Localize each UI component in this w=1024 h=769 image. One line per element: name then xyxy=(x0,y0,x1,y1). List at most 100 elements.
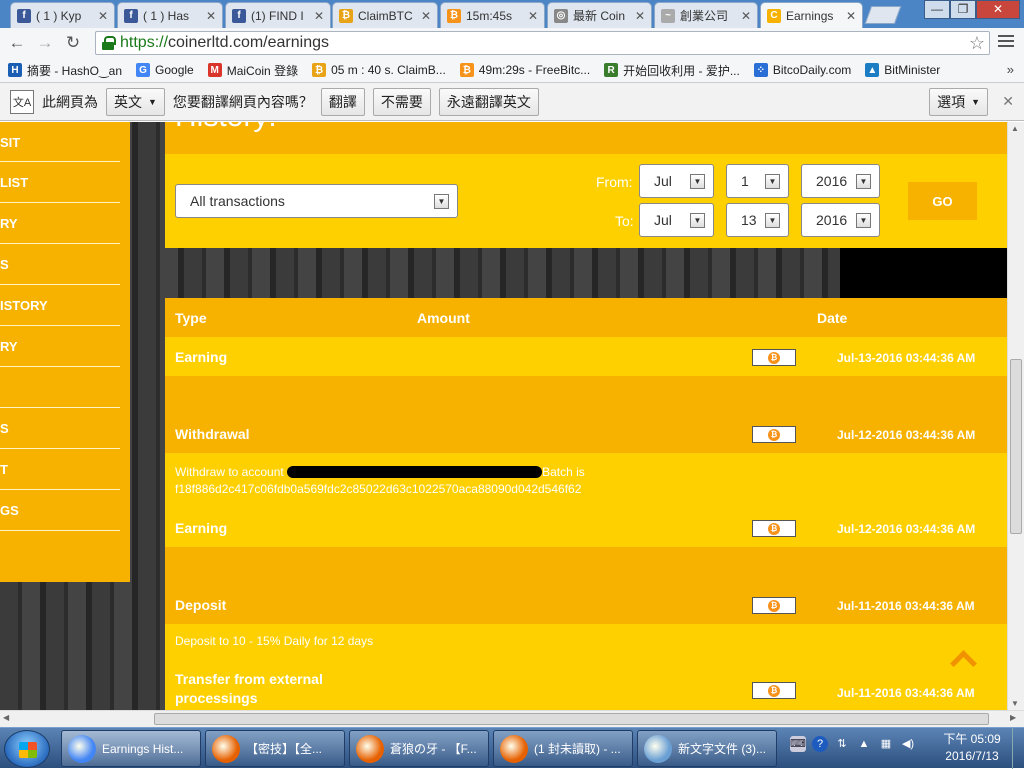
close-tab-icon[interactable]: ✕ xyxy=(98,9,108,23)
bookmark-label: 49m:29s - FreeBitc... xyxy=(478,63,591,77)
row-detail xyxy=(165,376,1007,414)
bookmark-item[interactable]: R 开始回收利用 - 爱护... xyxy=(604,62,740,79)
network-icon[interactable]: ▦ xyxy=(878,736,894,752)
transaction-date: Jul-12-2016 03:44:36 AM xyxy=(837,428,976,442)
network-arrows-icon[interactable]: ⇅ xyxy=(834,736,850,752)
options-label: 選項 xyxy=(937,94,966,110)
bookmark-item[interactable]: ₿ 49m:29s - FreeBitc... xyxy=(459,63,591,77)
back-arrow-icon[interactable]: ← xyxy=(6,32,28,54)
to-day-value: 13 xyxy=(741,212,757,228)
sidebar-item[interactable]: T xyxy=(0,449,120,490)
bookmark-item[interactable]: ⁘ BitcoDaily.com xyxy=(753,63,851,77)
app-icon xyxy=(356,734,384,763)
close-tab-icon[interactable]: ✕ xyxy=(314,9,324,23)
from-month-select[interactable]: Jul ▼ xyxy=(639,164,714,198)
minimize-button[interactable]: — xyxy=(924,0,950,19)
no-translate-button[interactable]: 不需要 xyxy=(372,87,431,116)
bookmark-item[interactable]: G Google xyxy=(136,63,194,77)
from-year-value: 2016 xyxy=(816,173,848,189)
from-month-value: Jul xyxy=(654,173,672,189)
help-icon[interactable]: ? xyxy=(812,736,828,752)
more-bookmarks-icon[interactable]: » xyxy=(1007,62,1014,77)
close-tab-icon[interactable]: ✕ xyxy=(635,9,645,23)
taskbar-window-button[interactable]: 新文字文件 (3)... xyxy=(637,730,777,767)
address-bar[interactable]: https://coinerltd.com/earnings ☆ xyxy=(95,31,990,55)
show-desktop-button[interactable] xyxy=(1012,728,1024,769)
translate-button[interactable]: 翻譯 xyxy=(320,87,365,116)
browser-tab[interactable]: f (1) FIND I ✕ xyxy=(225,2,331,28)
bookmark-item[interactable]: ▲ BitMinister xyxy=(865,63,940,77)
scroll-right-icon[interactable]: ▶ xyxy=(1010,713,1016,722)
browser-tab[interactable]: ₿ ClaimBTC ✕ xyxy=(332,2,438,28)
new-tab-button[interactable] xyxy=(864,6,902,24)
tab-title: ( 1 ) Kyp xyxy=(36,8,82,23)
sidebar-item[interactable]: RY xyxy=(0,326,120,367)
bookmark-label: MaiCoin 登錄 xyxy=(226,63,299,78)
tab-title: Earnings xyxy=(786,8,834,23)
close-infobar-icon[interactable]: ✕ xyxy=(1002,93,1014,110)
sidebar-item[interactable]: ISTORY xyxy=(0,285,120,326)
app-icon xyxy=(212,734,240,763)
maximize-button[interactable]: ❐ xyxy=(950,0,976,19)
from-day-select[interactable]: 1 ▼ xyxy=(726,164,789,198)
close-tab-icon[interactable]: ✕ xyxy=(741,9,751,23)
volume-icon[interactable]: ◀) xyxy=(900,736,916,752)
reload-icon[interactable]: ↻ xyxy=(62,32,84,54)
taskbar-window-button[interactable]: Earnings Hist... xyxy=(61,730,201,767)
to-month-select[interactable]: Jul ▼ xyxy=(639,203,714,237)
sidebar-item[interactable]: SIT xyxy=(0,122,120,162)
browser-tab[interactable]: C Earnings ✕ xyxy=(760,2,863,28)
keyboard-icon[interactable]: ⌨ xyxy=(790,736,806,752)
close-tab-icon[interactable]: ✕ xyxy=(421,9,431,23)
bookmark-item[interactable]: H 摘要 - HashO‿an xyxy=(8,62,122,79)
close-window-button[interactable]: ✕ xyxy=(976,0,1020,19)
sidebar-item[interactable] xyxy=(0,367,120,408)
browser-tab[interactable]: f ( 1 ) Kyp ✕ xyxy=(10,2,115,28)
to-day-select[interactable]: 13 ▼ xyxy=(726,203,789,237)
taskbar-window-button[interactable]: (1 封未讀取) - ... xyxy=(493,730,633,767)
browser-tab[interactable]: ◎ 最新 Coin ✕ xyxy=(547,2,652,28)
sidebar-item[interactable]: S xyxy=(0,244,120,285)
sidebar-item[interactable]: GS xyxy=(0,490,120,531)
bookmark-star-icon[interactable]: ☆ xyxy=(969,33,985,54)
row-detail xyxy=(165,547,1007,585)
from-year-select[interactable]: 2016 ▼ xyxy=(801,164,880,198)
system-clock[interactable]: 下午 05:09 2016/7/13 xyxy=(936,731,1008,765)
browser-tab[interactable]: f ( 1 ) Has ✕ xyxy=(117,2,223,28)
browser-tab[interactable]: ~ 創業公司 ✕ xyxy=(654,2,758,28)
translate-options-button[interactable]: 選項 ▼ xyxy=(929,88,988,116)
row-main: Deposit ₿ Jul-11-2016 03:44:36 AM xyxy=(165,585,1007,624)
bookmark-item[interactable]: M MaiCoin 登錄 xyxy=(207,62,299,79)
sidebar-item[interactable]: LIST xyxy=(0,162,120,203)
browser-tab[interactable]: ₿ 15m:45s ✕ xyxy=(440,2,545,28)
chevron-down-icon: ▼ xyxy=(856,174,871,189)
source-language-select[interactable]: 英文 ▼ xyxy=(106,87,165,116)
close-tab-icon[interactable]: ✕ xyxy=(206,9,216,23)
close-tab-icon[interactable]: ✕ xyxy=(528,9,538,23)
vertical-scrollbar[interactable]: ▲ ▼ xyxy=(1007,122,1024,710)
vertical-scroll-thumb[interactable] xyxy=(1010,359,1022,534)
taskbar-window-button[interactable]: 【密技】【全... xyxy=(205,730,345,767)
chrome-menu-icon[interactable] xyxy=(998,33,1014,49)
tab-favicon-icon: f xyxy=(17,8,31,23)
transaction-type-select[interactable]: All transactions ▼ xyxy=(175,184,458,218)
sidebar-item[interactable]: RY xyxy=(0,203,120,244)
scroll-up-icon[interactable]: ▲ xyxy=(1011,124,1019,133)
start-button[interactable] xyxy=(4,730,50,768)
scroll-down-icon[interactable]: ▼ xyxy=(1011,699,1019,708)
scroll-to-top-button[interactable] xyxy=(942,638,984,680)
table-header: Type Amount Date xyxy=(165,298,1007,337)
scroll-left-icon[interactable]: ◀ xyxy=(3,713,9,722)
show-hidden-icons-icon[interactable]: ▲ xyxy=(856,736,872,752)
always-translate-button[interactable]: 永遠翻譯英文 xyxy=(438,87,539,116)
bookmark-item[interactable]: ₿ 05 m : 40 s. ClaimB... xyxy=(312,63,446,77)
forward-arrow-icon[interactable]: → xyxy=(34,32,56,54)
tab-favicon-icon: ₿ xyxy=(447,8,461,23)
sidebar-item[interactable]: S xyxy=(0,408,120,449)
horizontal-scroll-thumb[interactable] xyxy=(154,713,989,725)
go-button[interactable]: GO xyxy=(908,182,977,220)
close-tab-icon[interactable]: ✕ xyxy=(846,9,856,23)
taskbar-window-button[interactable]: 蒼狼の牙 - 【F... xyxy=(349,730,489,767)
horizontal-scrollbar[interactable]: ◀ ▶ xyxy=(0,710,1024,727)
to-year-select[interactable]: 2016 ▼ xyxy=(801,203,880,237)
